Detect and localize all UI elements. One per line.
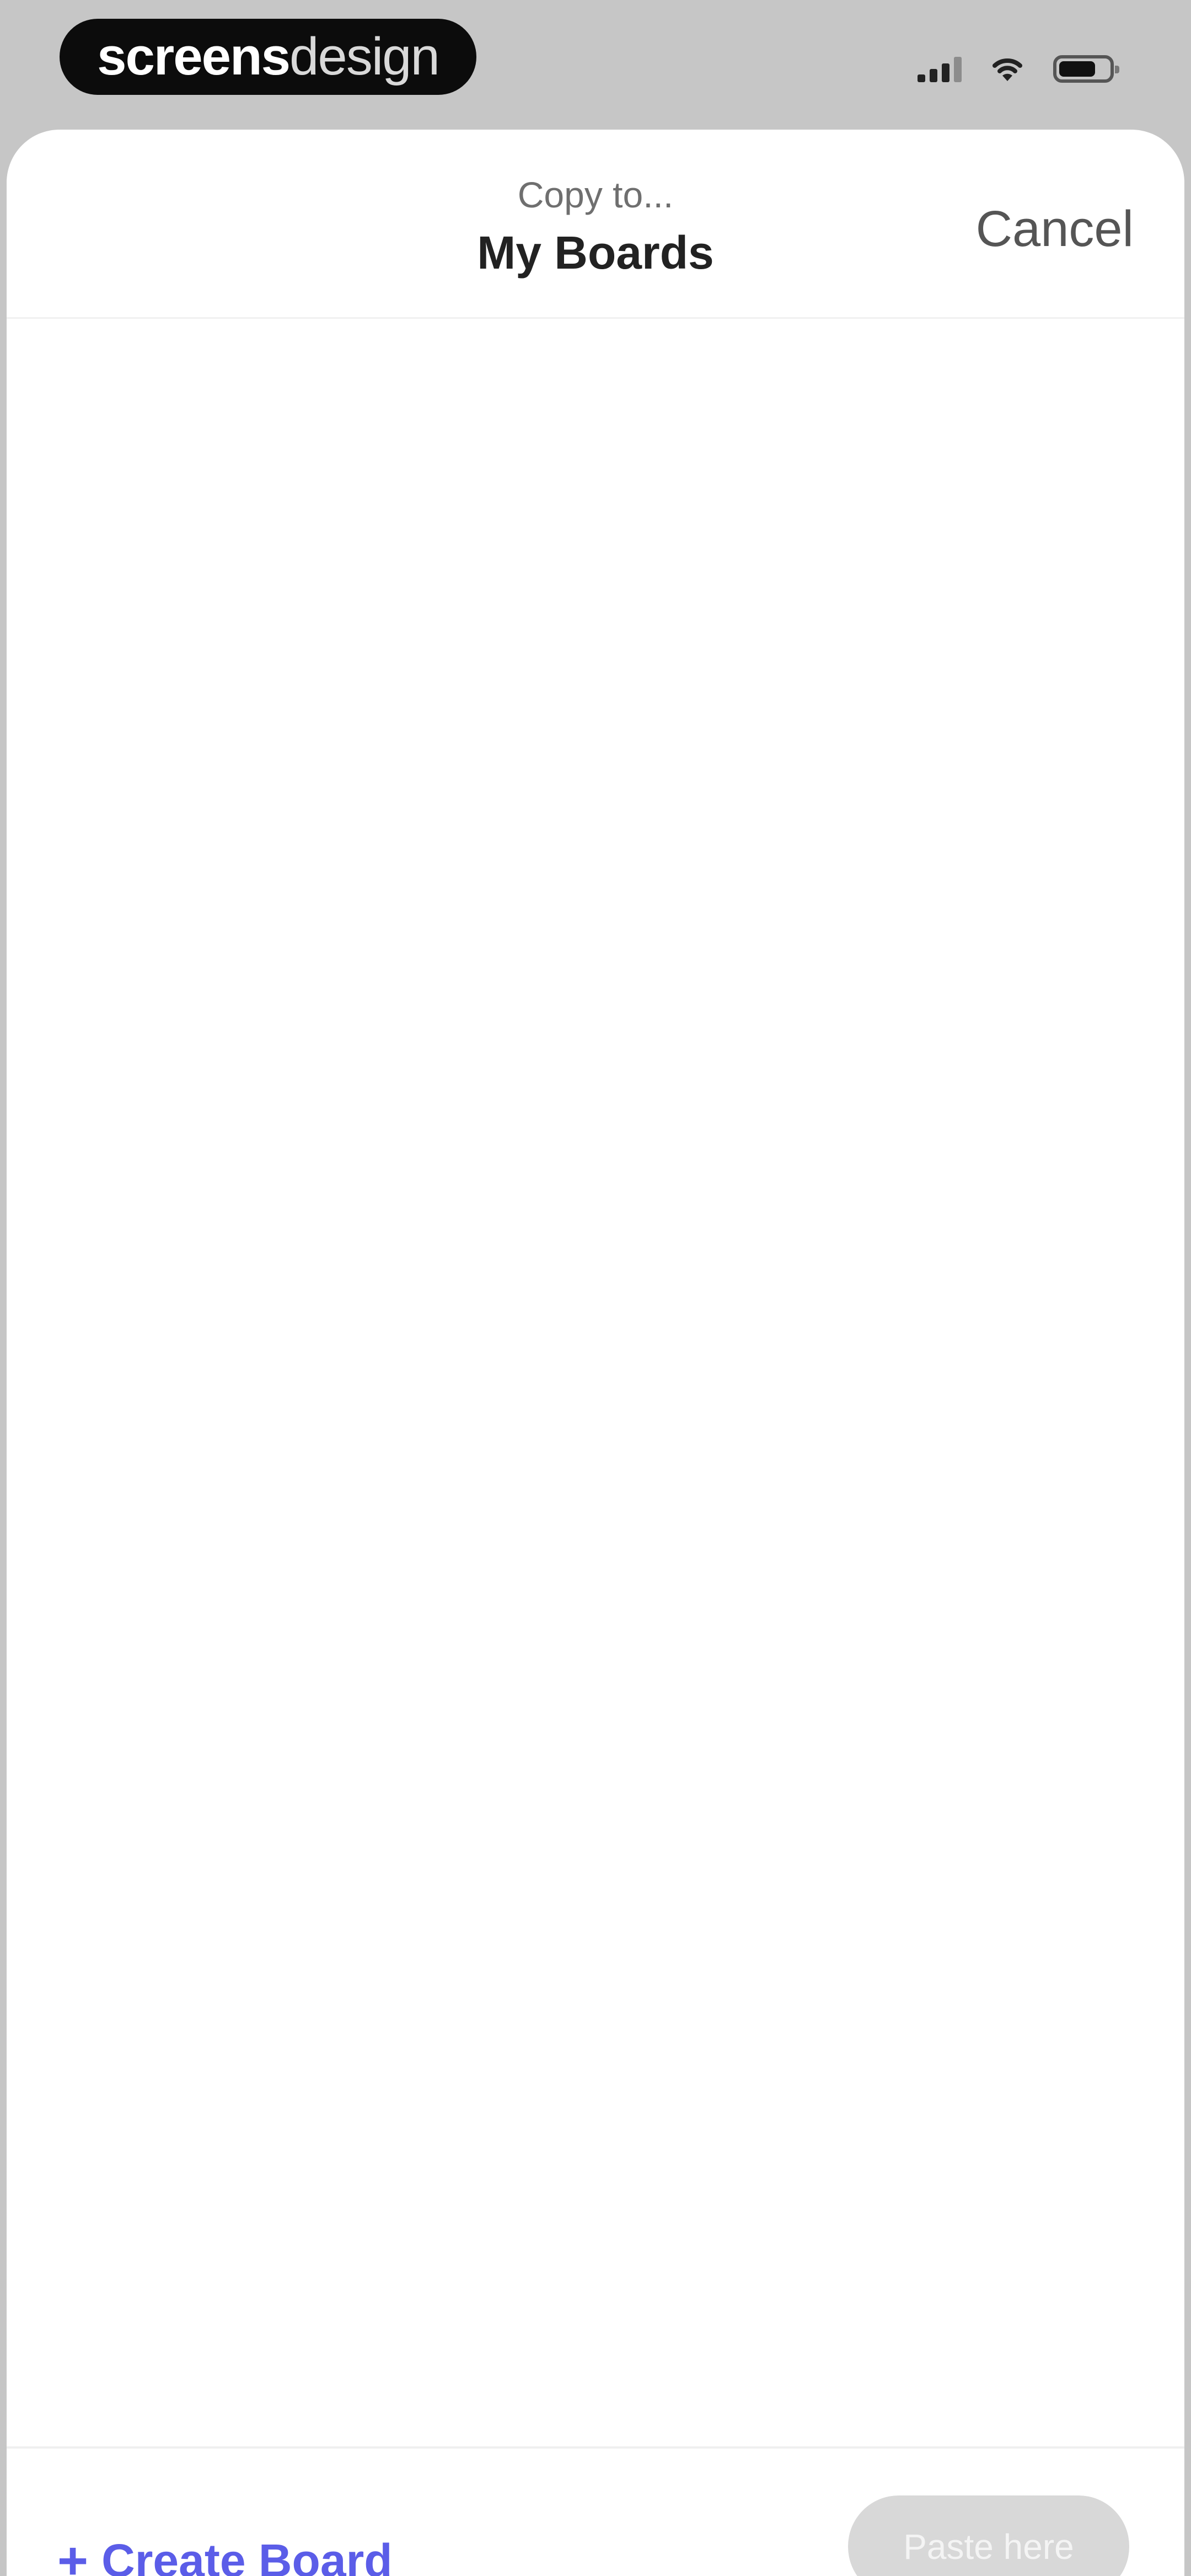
paste-here-button[interactable]: Paste here <box>848 2495 1129 2576</box>
status-bar: screens design <box>0 0 1191 127</box>
cancel-button[interactable]: Cancel <box>976 200 1134 258</box>
sheet-header: Copy to... My Boards Cancel <box>7 130 1184 319</box>
create-board-button[interactable]: + Create Board <box>57 2534 393 2576</box>
boards-list <box>7 319 1184 2437</box>
wifi-icon <box>993 58 1022 81</box>
copy-to-sheet: Copy to... My Boards Cancel + Create Boa… <box>7 130 1184 2576</box>
sheet-footer: + Create Board Paste here <box>7 2446 1184 2576</box>
signal-icon <box>918 56 962 82</box>
screen: screens design Copy to... My Boards Cance <box>0 0 1191 2576</box>
create-board-label: Create Board <box>101 2535 393 2576</box>
plus-icon: + <box>57 2531 89 2576</box>
battery-level <box>1059 61 1095 77</box>
status-icons <box>918 50 1119 88</box>
brand-logo: screens design <box>60 19 476 95</box>
brand-text-light: design <box>289 27 440 86</box>
brand-text-bold: screens <box>97 27 291 86</box>
battery-icon <box>1053 55 1119 83</box>
